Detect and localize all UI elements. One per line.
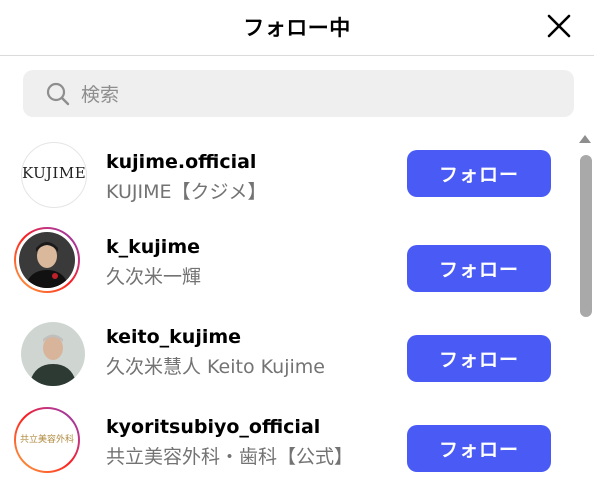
follow-button[interactable]: フォロー: [407, 150, 551, 197]
modal-header: フォロー中: [0, 0, 594, 56]
scroll-up-arrow-icon[interactable]: [579, 135, 591, 143]
avatar-photo: [21, 322, 85, 386]
fullname: 久次米一輝: [106, 266, 202, 288]
list-item[interactable]: KUJIME kujime.official KUJIME【クジメ】 フォロー: [0, 140, 575, 230]
close-icon: [547, 14, 571, 38]
avatar[interactable]: [21, 322, 85, 386]
avatar-logo-text: 共立美容外科: [19, 435, 74, 445]
fullname: 久次米慧人 Keito Kujime: [106, 356, 325, 378]
avatar[interactable]: 共立美容外科: [16, 409, 78, 471]
search-box[interactable]: [23, 70, 574, 119]
list-item[interactable]: 共立美容外科 kyoritsubiyo_official 共立美容外科・歯科【公…: [0, 405, 575, 495]
avatar-container: KUJIME: [14, 142, 87, 208]
avatar-container: [14, 317, 85, 386]
fullname: 共立美容外科・歯科【公式】: [106, 446, 354, 468]
search-icon: [46, 82, 70, 106]
search-input[interactable]: [79, 70, 553, 119]
avatar[interactable]: [16, 229, 78, 291]
username[interactable]: keito_kujime: [106, 326, 241, 348]
avatar[interactable]: KUJIME: [21, 142, 87, 208]
username[interactable]: kyoritsubiyo_official: [106, 416, 320, 438]
avatar-logo-text: KUJIME: [22, 164, 87, 182]
avatar-photo: [19, 232, 75, 288]
follow-button[interactable]: フォロー: [407, 335, 551, 382]
list-item[interactable]: keito_kujime 久次米慧人 Keito Kujime フォロー: [0, 315, 575, 405]
scrollbar-thumb[interactable]: [580, 155, 592, 317]
follow-button[interactable]: フォロー: [407, 425, 551, 472]
fullname: KUJIME【クジメ】: [106, 181, 267, 203]
follow-button[interactable]: フォロー: [407, 245, 551, 292]
avatar-story-ring: 共立美容外科: [14, 407, 80, 473]
username[interactable]: kujime.official: [106, 151, 256, 173]
username[interactable]: k_kujime: [106, 236, 200, 258]
modal-title: フォロー中: [243, 16, 351, 40]
avatar-story-ring: [14, 227, 80, 293]
close-button[interactable]: [544, 11, 574, 41]
list-item[interactable]: k_kujime 久次米一輝 フォロー: [0, 225, 575, 315]
